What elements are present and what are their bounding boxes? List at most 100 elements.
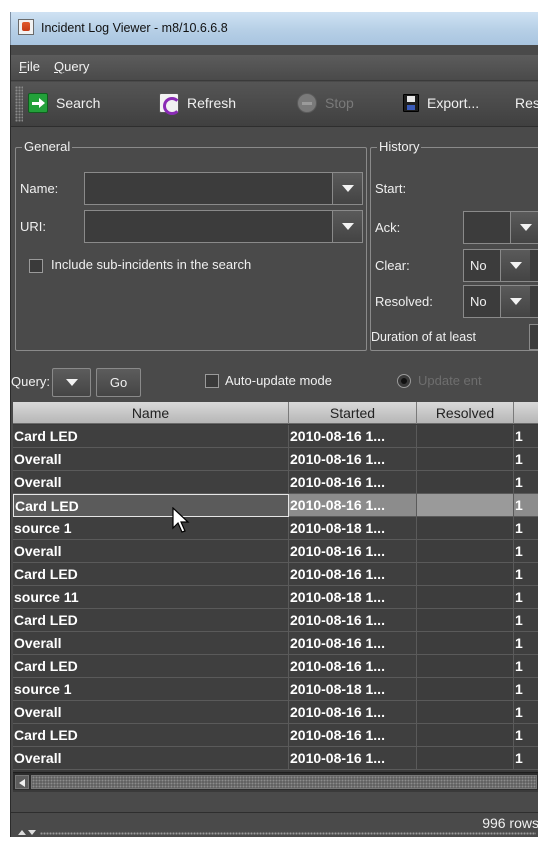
search-button[interactable]: Search xyxy=(28,91,100,115)
menu-file[interactable]: File xyxy=(19,59,40,74)
cell-name: Card LED xyxy=(13,563,289,586)
column-header-resolved[interactable]: Resolved xyxy=(417,402,514,424)
refresh-button[interactable]: Refresh xyxy=(159,91,236,115)
name-combo[interactable] xyxy=(84,172,363,205)
cell-started: 2010-08-16 1... xyxy=(289,563,417,586)
cell-started: 2010-08-16 1... xyxy=(289,747,417,770)
cell-started: 2010-08-16 1... xyxy=(289,425,417,448)
cell-extra: 1 xyxy=(514,586,538,609)
cell-resolved xyxy=(417,701,514,724)
chevron-down-icon[interactable] xyxy=(500,250,530,281)
menu-query[interactable]: Query xyxy=(54,59,89,74)
table-row[interactable]: Overall 2010-08-16 1... 1 xyxy=(13,747,538,770)
table-row[interactable]: Overall 2010-08-16 1... 1 xyxy=(13,471,538,494)
collapse-down-icon[interactable] xyxy=(28,830,36,835)
column-header-name[interactable]: Name xyxy=(13,402,289,424)
table-row[interactable]: Card LED 2010-08-16 1... 1 xyxy=(13,494,538,517)
cell-name: Overall xyxy=(13,747,289,770)
cell-resolved xyxy=(417,517,514,540)
table-row[interactable]: source 1 2010-08-18 1... 1 xyxy=(13,517,538,540)
java-app-icon xyxy=(18,19,34,35)
cell-resolved xyxy=(417,563,514,586)
cell-name: source 1 xyxy=(13,517,289,540)
table-row[interactable]: Card LED 2010-08-16 1... 1 xyxy=(13,724,538,747)
cell-name: Card LED xyxy=(13,494,289,517)
export-button[interactable]: Export... xyxy=(403,91,479,115)
split-grip[interactable] xyxy=(40,832,536,835)
go-button[interactable]: Go xyxy=(96,368,141,397)
table-header: Name Started Resolved xyxy=(13,402,538,424)
table-row[interactable]: Overall 2010-08-16 1... 1 xyxy=(13,448,538,471)
menu-bar: File Query xyxy=(11,55,538,81)
cell-name: Overall xyxy=(13,701,289,724)
table-row[interactable]: Overall 2010-08-16 1... 1 xyxy=(13,701,538,724)
cell-started: 2010-08-18 1... xyxy=(289,678,417,701)
stop-icon xyxy=(297,93,317,113)
chevron-down-icon xyxy=(65,379,78,386)
table-row[interactable]: Overall 2010-08-16 1... 1 xyxy=(13,632,538,655)
table-row[interactable]: Overall 2010-08-16 1... 1 xyxy=(13,540,538,563)
go-label: Go xyxy=(109,375,128,390)
chevron-down-icon[interactable] xyxy=(500,286,530,317)
bottom-split-handle[interactable] xyxy=(10,829,538,837)
cell-extra: 1 xyxy=(514,701,538,724)
update-entries-radio[interactable] xyxy=(397,374,411,388)
table-row[interactable]: source 1 2010-08-18 1... 1 xyxy=(13,678,538,701)
column-header-extra[interactable] xyxy=(514,402,538,424)
stop-button[interactable]: Stop xyxy=(297,91,354,115)
chevron-down-icon[interactable] xyxy=(332,211,362,242)
cell-resolved xyxy=(417,724,514,747)
search-label: Search xyxy=(56,95,101,111)
duration-field[interactable] xyxy=(529,324,538,350)
reset-button[interactable]: Res xyxy=(515,91,538,115)
cell-resolved xyxy=(417,540,514,563)
query-dropdown[interactable] xyxy=(52,368,91,397)
cell-name: Card LED xyxy=(13,655,289,678)
stop-label: Stop xyxy=(325,95,354,111)
resolved-combo[interactable]: No xyxy=(463,285,538,318)
table-row[interactable]: Card LED 2010-08-16 1... 1 xyxy=(13,563,538,586)
chevron-down-icon[interactable] xyxy=(332,173,362,204)
table-row[interactable]: Card LED 2010-08-16 1... 1 xyxy=(13,425,538,448)
column-header-started[interactable]: Started xyxy=(289,402,417,424)
scroll-left-icon[interactable] xyxy=(15,775,29,789)
cell-resolved xyxy=(417,747,514,770)
uri-label: URI: xyxy=(20,219,46,234)
cell-extra: 1 xyxy=(514,425,538,448)
expand-up-icon[interactable] xyxy=(18,830,26,835)
history-panel-title: History xyxy=(377,139,422,154)
incident-log-viewer-window: Incident Log Viewer - m8/10.6.6.8 File Q… xyxy=(0,0,538,847)
refresh-icon xyxy=(159,93,181,115)
export-label: Export... xyxy=(427,95,480,111)
cell-name: Overall xyxy=(13,448,289,471)
title-bar[interactable]: Incident Log Viewer - m8/10.6.6.8 xyxy=(10,12,538,45)
cell-extra: 1 xyxy=(514,724,538,747)
include-sub-incidents-checkbox[interactable] xyxy=(29,259,43,273)
uri-combo[interactable] xyxy=(84,210,363,243)
table-row[interactable]: source 11 2010-08-18 1... 1 xyxy=(13,586,538,609)
cell-extra: 1 xyxy=(514,540,538,563)
cell-extra: 1 xyxy=(514,471,538,494)
duration-label: Duration of at least xyxy=(371,330,476,344)
horizontal-scrollbar[interactable] xyxy=(13,772,538,790)
cell-name: Card LED xyxy=(13,425,289,448)
refresh-label: Refresh xyxy=(187,95,237,111)
incident-table: Name Started Resolved Card LED 2010-08-16… xyxy=(13,402,538,792)
chevron-down-icon[interactable] xyxy=(510,212,538,243)
cell-resolved xyxy=(417,678,514,701)
search-arrow-icon xyxy=(28,93,48,113)
auto-update-checkbox[interactable] xyxy=(205,374,219,388)
cell-resolved xyxy=(417,425,514,448)
cell-started: 2010-08-16 1... xyxy=(289,471,417,494)
cell-resolved xyxy=(417,655,514,678)
table-row[interactable]: Card LED 2010-08-16 1... 1 xyxy=(13,609,538,632)
toolbar: Search Refresh Stop Export... Res xyxy=(11,82,538,127)
ack-combo[interactable] xyxy=(463,211,538,244)
toolbar-grip[interactable] xyxy=(15,86,23,122)
resolved-label: Resolved: xyxy=(375,294,433,309)
cell-extra: 1 xyxy=(514,494,538,517)
scrollbar-thumb[interactable] xyxy=(31,775,537,789)
table-row[interactable]: Card LED 2010-08-16 1... 1 xyxy=(13,655,538,678)
cell-resolved xyxy=(417,632,514,655)
clear-combo[interactable]: No xyxy=(463,249,538,282)
